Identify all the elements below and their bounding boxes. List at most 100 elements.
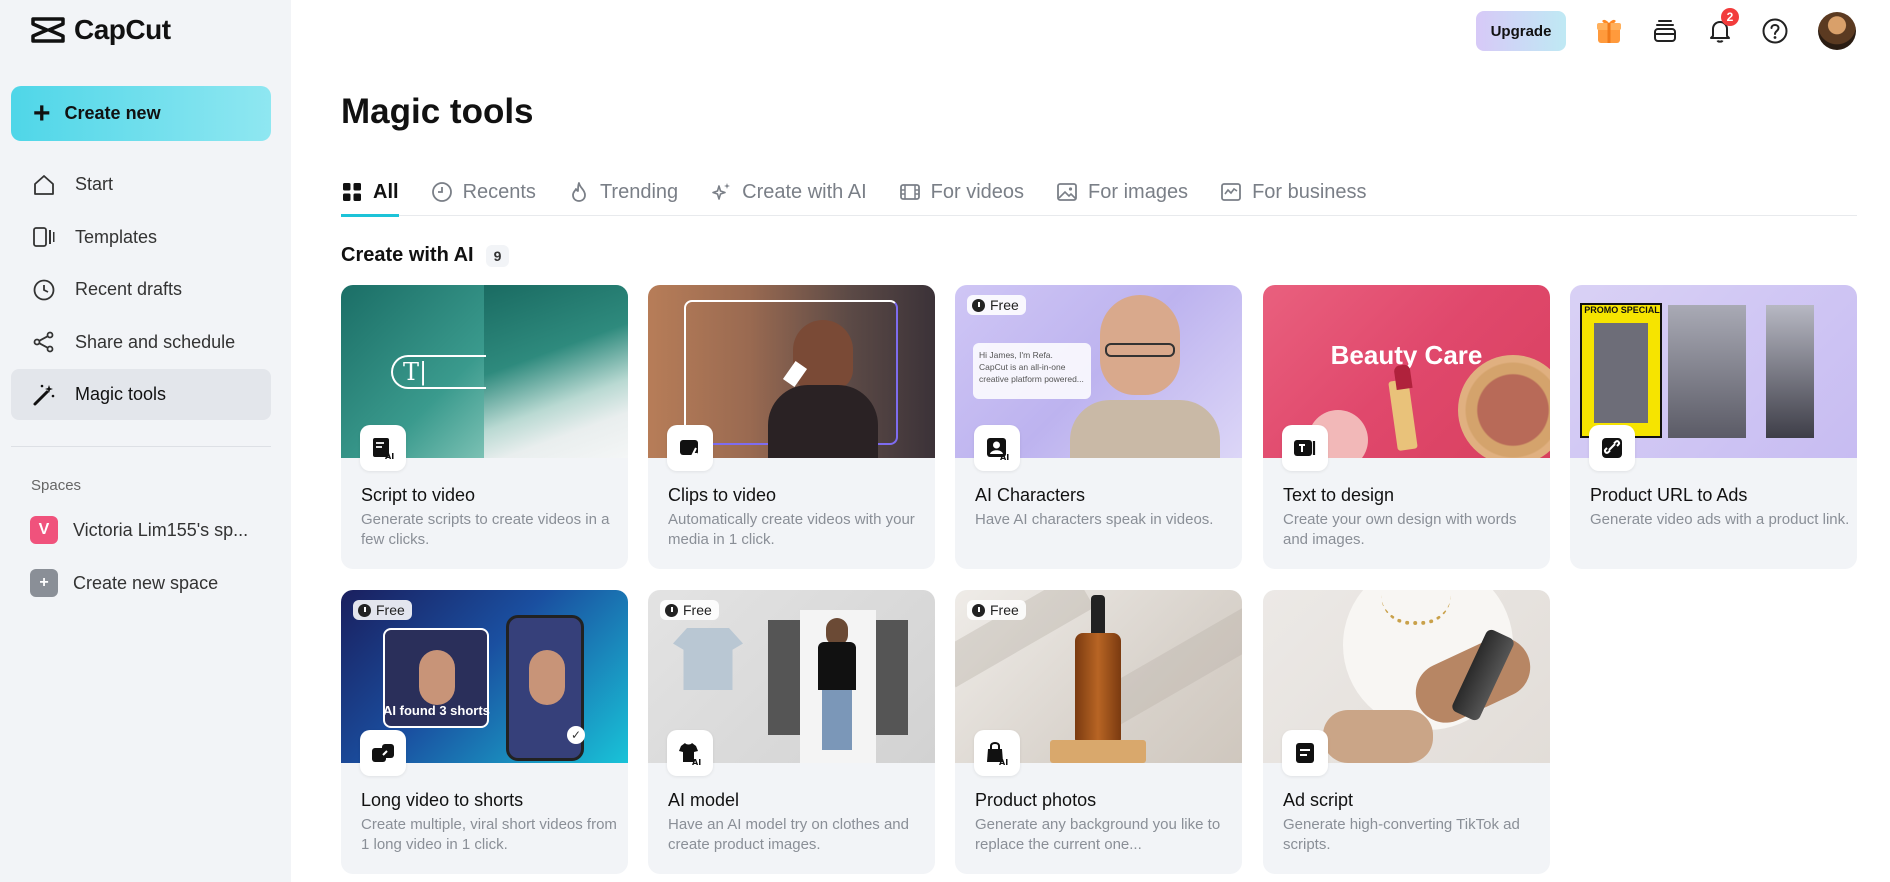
notification-count-badge: 2 — [1721, 8, 1739, 26]
card-description: Create multiple, viral short videos from… — [361, 816, 617, 853]
card-description: Generate video ads with a product link. — [1590, 511, 1850, 528]
svg-text:AI: AI — [999, 758, 1008, 766]
space-label: Victoria Lim155's sp... — [73, 519, 249, 540]
tool-card-product-url-to-ads[interactable]: PROMO SPECIAL Product URL to Ads Generat… — [1570, 285, 1857, 569]
tab-trending[interactable]: Trending — [568, 168, 678, 216]
tool-card-script-to-video[interactable]: T| AI Script to video Generate scripts t… — [341, 285, 628, 569]
space-item-victoria[interactable]: V Victoria Lim155's sp... — [30, 516, 248, 544]
free-label: Free — [990, 602, 1019, 618]
section-title: Create with AI — [341, 244, 474, 266]
sidebar-item-share-and-schedule[interactable]: Share and schedule — [11, 317, 271, 368]
sidebar-item-label: Recent drafts — [75, 279, 183, 299]
capcut-logo[interactable]: CapCut — [30, 14, 171, 46]
free-badge: Free — [967, 295, 1026, 315]
upgrade-button[interactable]: Upgrade — [1476, 11, 1566, 51]
user-avatar[interactable] — [1818, 12, 1856, 50]
sidebar: CapCut + Create new Start Templates Rece… — [0, 0, 291, 882]
tab-create-with-ai[interactable]: Create with AI — [710, 168, 867, 216]
tool-card-text-to-design[interactable]: Beauty Care Text to design Create your o… — [1263, 285, 1550, 569]
create-new-space-label: Create new space — [73, 572, 219, 593]
free-label: Free — [683, 602, 712, 618]
chat-line: CapCut is an all-in-one — [979, 362, 1066, 372]
stack-icon[interactable] — [1648, 14, 1682, 48]
svg-text:AI: AI — [1000, 453, 1009, 461]
create-new-space-button[interactable]: + Create new space — [30, 569, 218, 597]
tool-card-ad-script[interactable]: Ad script Generate high-converting TikTo… — [1263, 590, 1550, 874]
card-title: Text to design — [1283, 485, 1395, 505]
card-description: Generate scripts to create videos in a f… — [361, 511, 610, 548]
free-label: Free — [990, 297, 1019, 313]
ai-character-icon: AI — [974, 425, 1020, 471]
card-title: Clips to video — [668, 485, 777, 505]
section-header-create-with-ai: Create with AI 9 — [341, 244, 510, 267]
tab-recents[interactable]: Recents — [431, 168, 536, 216]
shopping-bag-icon: AI — [974, 730, 1020, 776]
card-description: Have an AI model try on clothes and crea… — [668, 816, 909, 853]
card-description: Automatically create videos with your me… — [668, 511, 915, 548]
tab-for-videos[interactable]: For videos — [899, 168, 1024, 216]
svg-text:AI: AI — [385, 452, 394, 461]
flame-icon — [568, 181, 590, 203]
sidebar-item-start[interactable]: Start — [11, 159, 271, 210]
clock-icon — [972, 298, 985, 312]
grid-icon — [341, 181, 363, 203]
tab-label: Create with AI — [742, 180, 867, 203]
free-label: Free — [376, 602, 405, 618]
card-description: Generate any background you like to repl… — [975, 816, 1221, 853]
clock-icon — [972, 603, 985, 617]
brand-name: CapCut — [74, 14, 171, 45]
tool-card-ai-characters[interactable]: Hi James, I'm Refa. CapCut is an all-in-… — [955, 285, 1242, 569]
plus-icon: + — [30, 569, 58, 597]
tab-for-images[interactable]: For images — [1056, 168, 1188, 216]
svg-text:AI: AI — [692, 758, 701, 766]
tool-card-ai-model[interactable]: Free AI AI model Have an AI model try on… — [648, 590, 935, 874]
link-icon — [1589, 425, 1635, 471]
clock-icon — [358, 603, 371, 617]
space-avatar: V — [30, 516, 58, 544]
sidebar-item-recent-drafts[interactable]: Recent drafts — [11, 264, 271, 315]
checkmark-icon: ✓ — [567, 726, 585, 744]
tool-card-long-video-to-shorts[interactable]: AI found 3 shorts ✓ Free Long video to s… — [341, 590, 628, 874]
plus-icon: + — [33, 96, 51, 130]
film-icon — [899, 181, 921, 203]
sidebar-item-label: Magic tools — [75, 384, 167, 404]
tab-label: For images — [1088, 180, 1189, 203]
clips-icon — [667, 425, 713, 471]
card-description: Generate high-converting TikTok ad scrip… — [1283, 816, 1520, 853]
spaces-title: Spaces — [31, 477, 82, 494]
image-icon — [1056, 181, 1078, 203]
sidebar-item-label: Templates — [75, 226, 158, 247]
create-new-button[interactable]: + Create new — [11, 86, 271, 141]
script-icon: AI — [360, 425, 406, 471]
sidebar-item-label: Start — [75, 174, 114, 194]
tab-all[interactable]: All — [341, 168, 399, 217]
card-title: Product URL to Ads — [1590, 485, 1748, 505]
tool-card-clips-to-video[interactable]: Clips to video Automatically create vide… — [648, 285, 935, 569]
shirt-icon: AI — [667, 730, 713, 776]
tool-category-tabs: All Recents Trending Create with AI For … — [341, 168, 1857, 217]
tab-for-business[interactable]: For business — [1220, 168, 1367, 216]
tab-label: Recents — [462, 180, 536, 203]
card-title: AI Characters — [975, 485, 1086, 505]
tab-label: All — [373, 180, 399, 203]
gift-icon[interactable] — [1592, 14, 1626, 48]
card-description: Create your own design with words and im… — [1283, 511, 1517, 548]
capcut-logo-icon — [31, 17, 65, 43]
help-icon[interactable] — [1758, 14, 1792, 48]
sidebar-item-magic-tools[interactable]: Magic tools — [11, 369, 271, 420]
card-title: AI model — [668, 790, 740, 810]
sidebar-item-label: Share and schedule — [75, 331, 236, 352]
tab-label: Trending — [599, 180, 679, 203]
bell-icon[interactable]: 2 — [1703, 8, 1739, 48]
card-title: Long video to shorts — [361, 790, 524, 810]
home-icon — [31, 172, 57, 198]
document-icon — [1282, 730, 1328, 776]
sidebar-divider — [11, 446, 271, 447]
card-title: Ad script — [1283, 790, 1354, 810]
share-icon — [31, 329, 57, 355]
tool-card-product-photos[interactable]: Free AI Product photos Generate any back… — [955, 590, 1242, 874]
business-icon — [1220, 181, 1242, 203]
section-count-badge: 9 — [485, 244, 510, 267]
clock-icon — [665, 603, 678, 617]
sidebar-item-templates[interactable]: Templates — [11, 212, 271, 263]
